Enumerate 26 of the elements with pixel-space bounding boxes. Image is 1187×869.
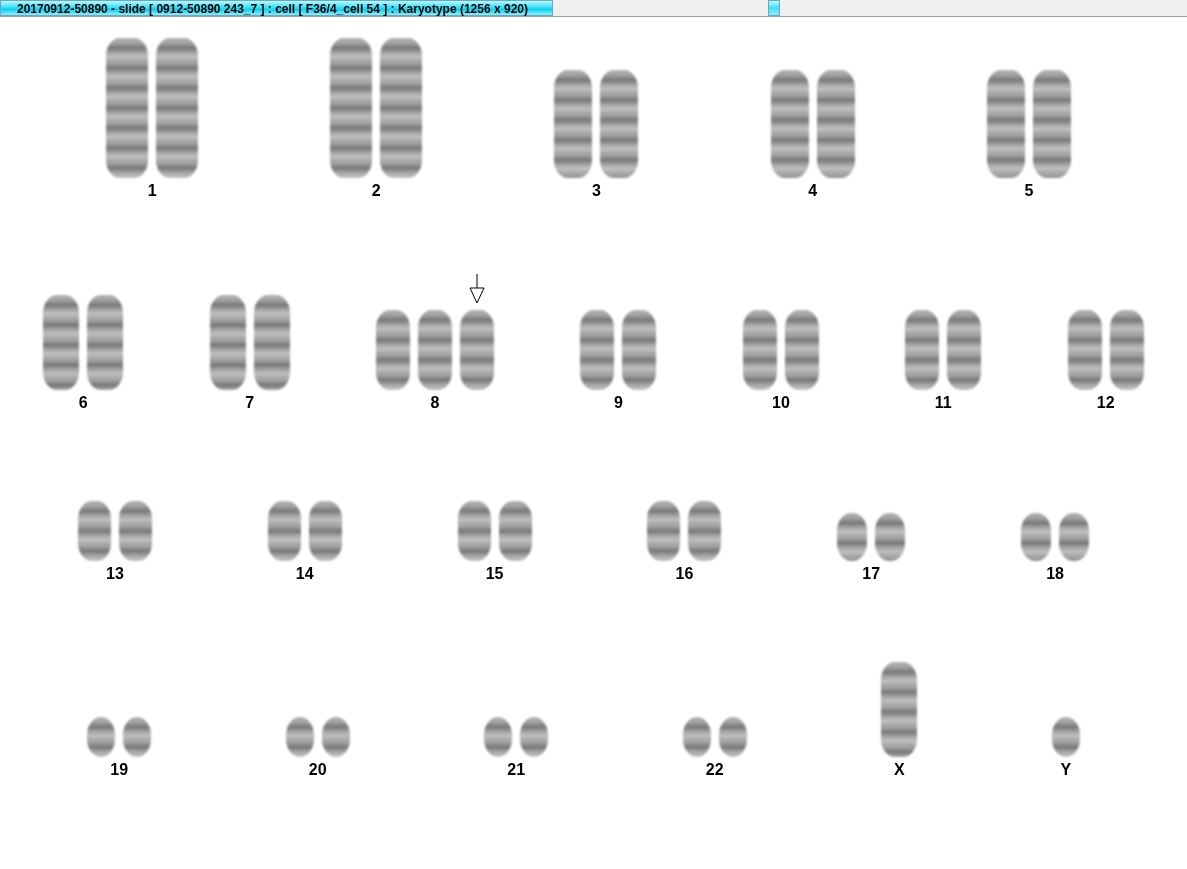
chromosome-label: 14 xyxy=(295,565,314,583)
chromosome-label: 2 xyxy=(371,182,381,200)
chromosome-label: 13 xyxy=(106,565,124,583)
chromosome-label: 15 xyxy=(485,565,504,583)
chromosome-label: 16 xyxy=(675,565,694,583)
chromosome-label: X xyxy=(893,761,905,779)
chromosome-label: 18 xyxy=(1046,565,1064,583)
chromosome-label: 19 xyxy=(110,761,129,779)
chromosome-label: 1 xyxy=(147,182,157,200)
chromosome-label: 6 xyxy=(78,394,88,412)
chromosome-label: 12 xyxy=(1096,394,1115,412)
chromosome-label: 22 xyxy=(705,761,724,779)
window-title: 20170912-50890 - slide [ 0912-50890 243_7 ] : cell [ F36/4_cell 54 ] : Karyotype (1256 x 920) xyxy=(0,0,553,16)
chromosome-label: 21 xyxy=(507,761,526,779)
chromosome-label: 20 xyxy=(308,761,327,779)
chromosome-label: 17 xyxy=(862,565,881,583)
chromosome-label: 11 xyxy=(934,394,952,412)
chromosome-label: 9 xyxy=(614,394,623,412)
scroll-thumb[interactable] xyxy=(768,0,780,16)
chromosome-label: 4 xyxy=(808,182,818,200)
chromosome-label: 10 xyxy=(772,394,790,412)
chromosome-label: Y xyxy=(1060,761,1072,779)
chromosome-label: 8 xyxy=(430,394,440,412)
chromosome-label: 5 xyxy=(1024,182,1034,200)
chromosome-label: 3 xyxy=(592,182,601,200)
chromosome-label: 7 xyxy=(245,394,255,412)
